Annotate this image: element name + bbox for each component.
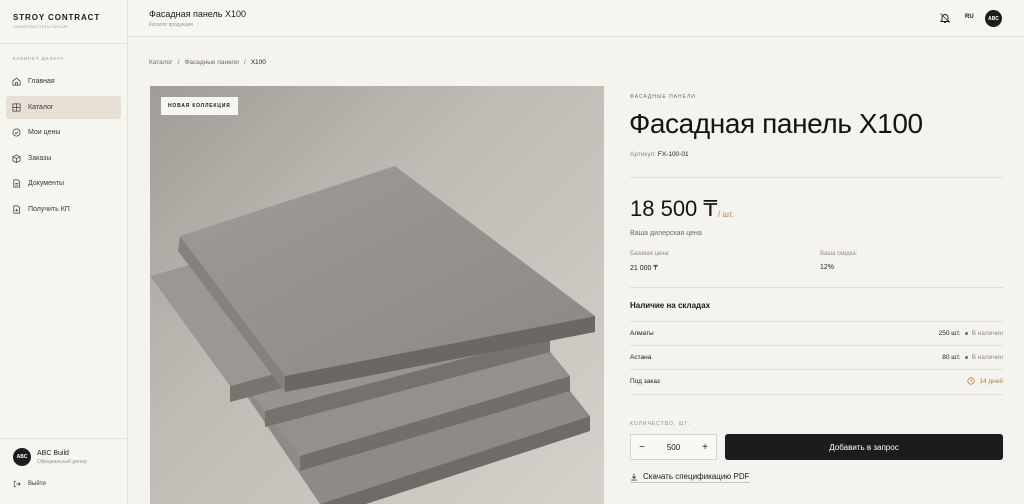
price-caption: Ваша дилерская цена xyxy=(630,230,702,237)
file-plus-icon xyxy=(13,205,21,214)
sidebar-item-label: Получить КП xyxy=(28,205,70,213)
document-icon xyxy=(13,179,21,188)
brand-name: STROY CONTRACT xyxy=(13,13,101,22)
stock-location: Под заказ xyxy=(630,377,660,385)
base-price-value: 21 000 ₸ xyxy=(630,265,658,272)
product-title: Фасадная панель X100 xyxy=(629,108,923,139)
sidebar-item-label: Документы xyxy=(28,180,65,188)
product-image xyxy=(150,86,604,504)
sku-label: Артикул: xyxy=(630,151,657,158)
topbar: Фасадная панель X100 Каталог продукции R… xyxy=(128,0,1024,37)
stock-qty: 80 шт. xyxy=(942,353,961,361)
stock-location: Алматы xyxy=(630,329,654,337)
page-subtitle: Каталог продукции xyxy=(149,22,193,28)
page-title: Фасадная панель X100 xyxy=(149,9,246,19)
download-label: Скачать спецификацию PDF xyxy=(643,472,750,481)
stock-row: Астана 80 шт. В наличии xyxy=(630,345,1003,369)
divider xyxy=(630,287,1003,288)
product-sku: Артикул: FX-100-01 xyxy=(630,151,689,158)
product-price: 18 500 ₸ xyxy=(630,196,718,221)
breadcrumb: Каталог / Фасадные панели / X100 xyxy=(149,59,266,66)
language-switcher[interactable]: RU xyxy=(965,14,974,20)
stock-status: В наличии xyxy=(971,353,1003,361)
increment-button[interactable]: + xyxy=(694,435,716,459)
grid-icon xyxy=(12,103,21,112)
sidebar-item-documents[interactable]: Документы xyxy=(6,172,121,195)
stock-qty: 250 шт. xyxy=(938,329,961,337)
quantity-stepper: − 500 + xyxy=(630,434,717,460)
stock-status: 14 дней xyxy=(979,377,1003,385)
breadcrumb-item-catalog[interactable]: Каталог xyxy=(149,59,173,66)
sidebar-item-label: Мои цены xyxy=(28,129,61,137)
logout-button[interactable]: Выйти xyxy=(13,480,46,488)
decrement-button[interactable]: − xyxy=(631,435,653,459)
sidebar-item-label: Главная xyxy=(28,78,55,85)
sidebar-divider xyxy=(0,438,128,439)
sidebar-item-label: Каталог xyxy=(28,103,54,111)
home-icon xyxy=(12,77,21,86)
sidebar: STROY CONTRACT CONSTRUCTION GROUP КАБИНЕ… xyxy=(0,0,128,504)
logout-icon xyxy=(13,480,21,488)
box-icon xyxy=(12,154,21,163)
stock-row: Под заказ 14 дней xyxy=(630,369,1003,393)
stock-location: Астана xyxy=(630,353,652,361)
sidebar-section-label: КАБИНЕТ ДИЛЕРА xyxy=(13,56,65,61)
brand-subtitle: CONSTRUCTION GROUP xyxy=(13,24,69,29)
sku-value: FX-100-01 xyxy=(657,151,689,158)
add-to-request-button[interactable]: Добавить в запрос xyxy=(725,434,1003,460)
product-category: ФАСАДНЫЕ ПАНЕЛИ xyxy=(630,94,696,100)
bell-icon[interactable] xyxy=(939,12,951,24)
status-dot-icon xyxy=(964,355,968,359)
breadcrumb-item-facade-panels[interactable]: Фасадные панели xyxy=(184,59,238,66)
user-name: ABC Build xyxy=(37,449,69,457)
new-collection-badge: НОВАЯ КОЛЛЕКЦИЯ xyxy=(161,97,238,115)
sidebar-item-get-quote[interactable]: Получить КП xyxy=(6,198,121,221)
divider xyxy=(630,394,1003,395)
stock-title: Наличие на складах xyxy=(630,301,711,310)
user-profile[interactable]: ABC ABC Build Официальный дилер xyxy=(13,448,86,466)
base-price-label: Базовая цена: xyxy=(630,251,670,257)
sidebar-nav: Главная Каталог Мои цены Заказы Документ… xyxy=(6,70,121,224)
stacked-panels-illustration xyxy=(150,166,595,504)
divider xyxy=(630,177,1003,178)
user-role: Официальный дилер xyxy=(37,458,87,465)
sidebar-item-label: Заказы xyxy=(28,154,52,162)
download-spec-link[interactable]: Скачать спецификацию PDF xyxy=(630,472,750,483)
price-unit: / шт. xyxy=(718,210,734,219)
logout-label: Выйти xyxy=(28,481,46,487)
avatar[interactable]: ABC xyxy=(985,10,1002,27)
sidebar-item-my-prices[interactable]: Мои цены xyxy=(6,121,121,144)
stock-status: В наличии xyxy=(971,329,1003,337)
stock-row: Алматы 250 шт. В наличии xyxy=(630,321,1003,345)
quantity-label: КОЛИЧЕСТВО, ШТ. xyxy=(630,421,691,427)
breadcrumb-separator: / xyxy=(177,59,180,66)
clock-icon xyxy=(967,377,975,385)
check-circle-icon xyxy=(12,128,21,137)
avatar: ABC xyxy=(13,448,31,466)
breadcrumb-item-current: X100 xyxy=(250,59,266,66)
download-icon xyxy=(631,473,637,480)
sidebar-item-home[interactable]: Главная xyxy=(6,70,121,93)
sidebar-divider xyxy=(0,43,128,44)
sidebar-item-orders[interactable]: Заказы xyxy=(6,147,121,170)
brand-logo[interactable]: STROY CONTRACT CONSTRUCTION GROUP xyxy=(13,13,100,29)
sidebar-item-catalog[interactable]: Каталог xyxy=(6,95,121,119)
quantity-input[interactable]: 500 xyxy=(653,443,694,452)
discount-label: Ваша скидка: xyxy=(820,251,858,257)
breadcrumb-separator: / xyxy=(243,59,246,66)
status-dot-icon xyxy=(964,331,968,335)
discount-value: 12% xyxy=(820,264,835,271)
